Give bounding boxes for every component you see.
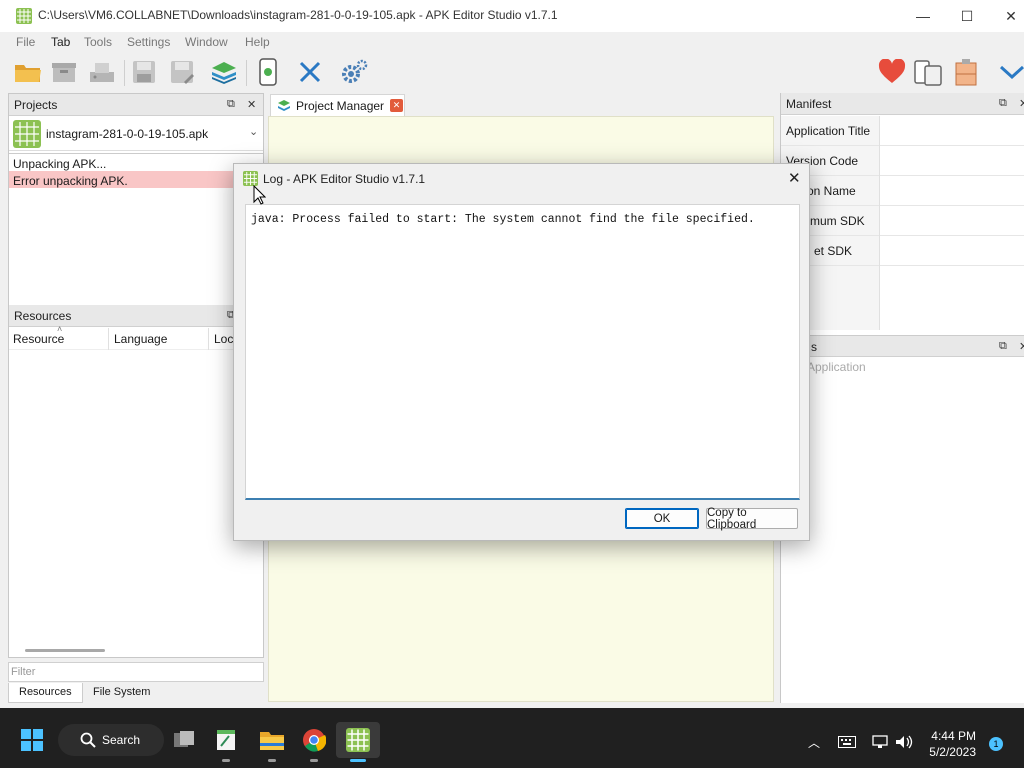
chrome-icon[interactable] [298, 724, 330, 756]
resources-title: Resources [14, 309, 72, 323]
window-title: C:\Users\VM6.COLLABNET\Downloads\instagr… [38, 8, 558, 22]
close-panel-icon[interactable]: ✕ [247, 98, 256, 111]
devices-icon[interactable] [912, 56, 944, 88]
app-icon [243, 171, 258, 186]
notepad-app-icon[interactable] [210, 724, 242, 756]
manifest-row-target-sdk[interactable]: et SDK [781, 236, 1024, 266]
task-view-icon[interactable] [168, 724, 200, 756]
install-icon[interactable] [86, 56, 118, 88]
search-label: Search [102, 733, 141, 747]
filter-input[interactable]: Filter [8, 662, 264, 682]
manifest-row-min-sdk[interactable]: mum SDK [781, 206, 1024, 236]
title-bar: C:\Users\VM6.COLLABNET\Downloads\instagr… [0, 0, 1024, 32]
column-resource[interactable]: Resource [13, 332, 64, 346]
close-tab-icon[interactable]: ✕ [390, 99, 404, 112]
app-icon [16, 8, 32, 24]
dialog-close-icon[interactable]: ✕ [788, 169, 801, 187]
column-language[interactable]: Language [114, 332, 167, 346]
sort-up-icon: ˄ [57, 324, 63, 334]
taskbar-clock[interactable]: 4:44 PM 5/2/2023 [929, 728, 976, 760]
projects-title: Projects [14, 98, 58, 112]
log-line-error: Error unpacking APK. [13, 174, 128, 188]
menu-tab[interactable]: Tab [51, 35, 70, 49]
apk-device-icon[interactable] [252, 56, 284, 88]
apk-editor-window: C:\Users\VM6.COLLABNET\Downloads\instagr… [0, 0, 1024, 708]
more-chevron-icon[interactable] [996, 56, 1024, 88]
apk-project-icon [13, 120, 41, 148]
notification-badge[interactable]: 1 [989, 737, 1003, 751]
open-folder-icon[interactable] [12, 56, 44, 88]
manifest-row-app-title[interactable]: Application Title [781, 116, 1024, 146]
file-explorer-icon[interactable] [256, 724, 288, 756]
close-panel-icon[interactable]: ✕ [1019, 340, 1024, 353]
windows-icon [21, 729, 43, 751]
apk-editor-icon [342, 724, 374, 756]
donate-heart-icon[interactable] [876, 56, 908, 88]
layers-icon [278, 99, 290, 111]
log-text-area[interactable]: java: Process failed to start: The syste… [245, 204, 800, 500]
manifest-title: Manifest [786, 97, 832, 111]
bottom-tabs: Resources File System [8, 683, 264, 703]
resources-columns: Resource ˄ Language Loca [9, 324, 263, 350]
settings-gear-icon[interactable] [338, 56, 370, 88]
tab-resources[interactable]: Resources [8, 683, 83, 703]
save-as-icon[interactable] [166, 56, 198, 88]
search-icon [80, 732, 96, 748]
project-name: instagram-281-0-0-19-105.apk [46, 127, 209, 141]
projects-header: Projects ⧉ ✕ [9, 94, 263, 116]
tab-file-system[interactable]: File System [83, 683, 160, 703]
horizontal-scrollbar[interactable] [25, 649, 105, 652]
archive-icon[interactable] [48, 56, 80, 88]
menu-tools[interactable]: Tools [84, 35, 112, 49]
menu-bar: File Tab Tools Settings Window Help [0, 32, 1024, 52]
menu-window[interactable]: Window [185, 35, 228, 49]
ok-button[interactable]: OK [625, 508, 699, 529]
keystore-icon[interactable] [950, 56, 982, 88]
chevron-up-icon[interactable]: ︿ [808, 734, 820, 751]
float-icon[interactable]: ⧉ [999, 340, 1007, 353]
tab-project-manager[interactable]: Project Manager ✕ [270, 94, 405, 116]
close-button[interactable]: ✕ [988, 0, 1024, 32]
clock-time: 4:44 PM [931, 729, 976, 743]
start-button[interactable] [16, 724, 48, 756]
tab-label: Project Manager [296, 98, 385, 113]
manifest-header: Manifest ⧉ ✕ [781, 93, 1024, 115]
log-line-unpacking: Unpacking APK... [13, 157, 107, 171]
clock-date: 5/2/2023 [929, 745, 976, 759]
volume-icon[interactable] [895, 735, 913, 752]
layers-icon[interactable] [208, 56, 240, 88]
close-project-icon[interactable] [294, 56, 326, 88]
dialog-title: Log - APK Editor Studio v1.7.1 [263, 172, 426, 186]
mouse-cursor-icon [253, 185, 266, 205]
maximize-button[interactable]: ☐ [944, 0, 990, 32]
chevron-down-icon[interactable]: ⌄ [249, 125, 258, 138]
menu-help[interactable]: Help [245, 35, 270, 49]
keyboard-icon[interactable] [838, 736, 856, 751]
minimize-button[interactable]: — [900, 0, 946, 32]
project-select[interactable]: instagram-281-0-0-19-105.apk ⌄ [9, 117, 263, 151]
permissions-header: s ⧉ ✕ [781, 335, 1024, 357]
manifest-row-version-name[interactable]: on Name [781, 176, 1024, 206]
manifest-row-version-code[interactable]: Version Code [781, 146, 1024, 176]
taskbar: Search ︿ 4:44 PM 5/2/2023 1 [0, 708, 1024, 768]
float-icon[interactable]: ⧉ [999, 97, 1007, 110]
project-log-list: Unpacking APK... Error unpacking APK. [9, 153, 263, 299]
manifest-panel: Manifest ⧉ ✕ Application Title Version C… [780, 93, 1024, 703]
toolbar [0, 54, 1024, 92]
copy-to-clipboard-button[interactable]: Copy to Clipboard [706, 507, 798, 531]
resources-header: Resources ⧉ [9, 305, 263, 327]
network-icon[interactable] [872, 735, 888, 752]
menu-file[interactable]: File [16, 35, 35, 49]
permission-item[interactable]: Application [807, 360, 866, 374]
menu-settings[interactable]: Settings [127, 35, 170, 49]
close-panel-icon[interactable]: ✕ [1019, 97, 1024, 110]
taskbar-search[interactable]: Search [58, 724, 164, 756]
save-icon[interactable] [128, 56, 160, 88]
float-icon[interactable]: ⧉ [227, 98, 235, 111]
projects-panel: Projects ⧉ ✕ instagram-281-0-0-19-105.ap… [8, 93, 264, 658]
log-dialog: Log - APK Editor Studio v1.7.1 ✕ java: P… [233, 163, 810, 541]
